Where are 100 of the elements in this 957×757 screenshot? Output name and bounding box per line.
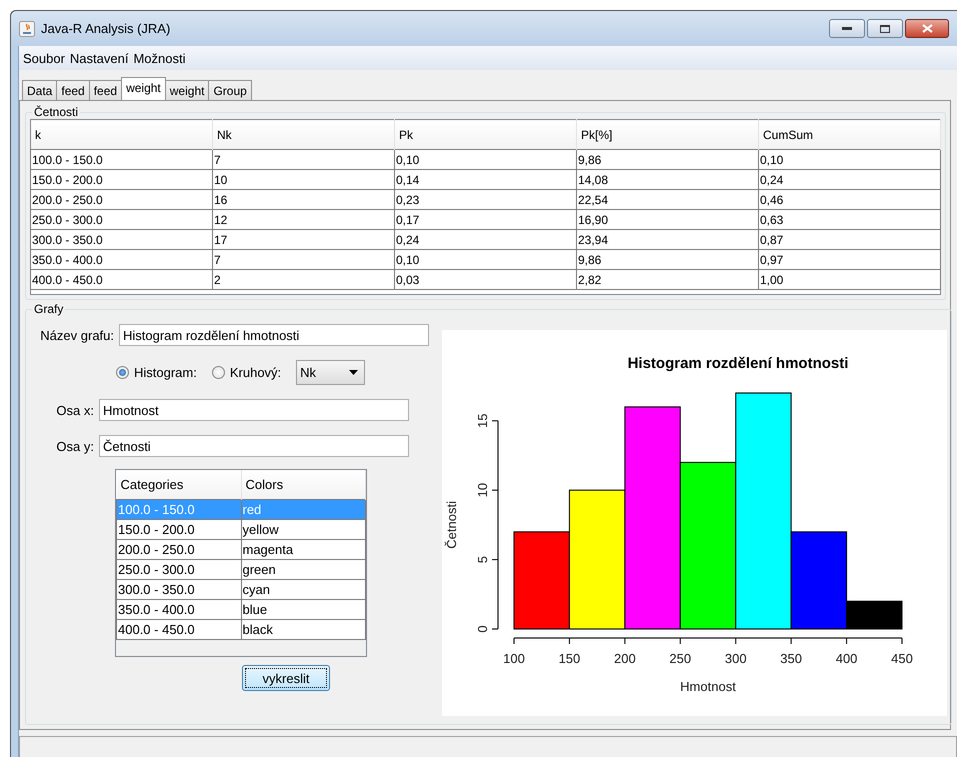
- table-cell: 10: [212, 170, 394, 190]
- x-axis-label: Hmotnost: [680, 679, 736, 694]
- table-cell: 0,14: [394, 170, 576, 190]
- table-cell: 0,10: [394, 150, 576, 170]
- column-header[interactable]: k: [30, 120, 212, 150]
- column-header[interactable]: Nk: [212, 120, 394, 150]
- table-cell: 0,10: [394, 250, 576, 270]
- maximize-icon: [880, 24, 890, 32]
- menu-item[interactable]: Nastavení: [70, 50, 134, 66]
- table-cell: 2: [212, 270, 394, 290]
- table-cell: 250.0 - 300.0: [116, 560, 241, 580]
- x-tick-label: 350: [780, 651, 802, 666]
- table-cell: blue: [241, 600, 366, 620]
- table-cell: 0,46: [758, 190, 940, 210]
- table-cell: yellow: [241, 520, 366, 540]
- radio-label: Histogram:: [134, 365, 197, 380]
- table-cell: 0,63: [758, 210, 940, 230]
- table-cell: 14,08: [576, 170, 758, 190]
- table-cell: cyan: [241, 580, 366, 600]
- table-cell: 200.0 - 250.0: [116, 540, 241, 560]
- y-axis-field[interactable]: Četnosti: [99, 435, 409, 457]
- maximize-button[interactable]: [867, 19, 903, 38]
- draw-button[interactable]: vykreslit: [242, 665, 330, 691]
- table-cell: green: [241, 560, 366, 580]
- field-label: Osa y:: [55, 438, 94, 454]
- table-cell: 2,82: [576, 270, 758, 290]
- radio-label: Kruhový:: [230, 365, 282, 380]
- column-header[interactable]: Colors: [241, 470, 366, 500]
- table-row[interactable]: 250.0 - 300.0 green: [116, 560, 366, 580]
- x-tick-label: 450: [891, 651, 913, 666]
- x-tick-label: 200: [614, 651, 636, 666]
- tab[interactable]: feed: [56, 80, 90, 100]
- table-cell: 0,87: [758, 230, 940, 250]
- tab[interactable]: weight: [164, 80, 210, 100]
- y-axis-label: Četnosti: [444, 501, 459, 549]
- table-cell: 400.0 - 450.0: [30, 270, 212, 290]
- table-cell: 150.0 - 200.0: [30, 170, 212, 190]
- x-tick-label: 100: [503, 651, 525, 666]
- column-header[interactable]: Pk[%]: [576, 120, 758, 150]
- table-cell: 0,23: [394, 190, 576, 210]
- table-cell: 9,86: [576, 250, 758, 270]
- table-cell: 300.0 - 350.0: [30, 230, 212, 250]
- close-button[interactable]: [905, 19, 949, 38]
- table-cell: 22,54: [576, 190, 758, 210]
- menu-item[interactable]: Soubor: [23, 50, 70, 66]
- table-cell: 150.0 - 200.0: [116, 520, 241, 540]
- caret-icon: [349, 370, 358, 375]
- table-cell: 23,94: [576, 230, 758, 250]
- tab[interactable]: feed: [88, 80, 122, 100]
- table-row[interactable]: 300.0 - 350.0 cyan: [116, 580, 366, 600]
- y-tick-label: 0: [475, 625, 490, 633]
- table-cell: 16: [212, 190, 394, 210]
- table-cell: 16,90: [576, 210, 758, 230]
- table-cell: 12: [212, 210, 394, 230]
- y-tick-label: 5: [475, 556, 490, 564]
- chart-title: Histogram rozdělení hmotnosti: [628, 355, 848, 372]
- tab[interactable]: Group: [208, 80, 252, 100]
- minimize-button[interactable]: [829, 19, 865, 38]
- table-cell: 350.0 - 400.0: [116, 600, 241, 620]
- table-row[interactable]: 350.0 - 400.0 blue: [116, 600, 366, 620]
- radio-button[interactable]: [212, 366, 225, 379]
- field-label: Název grafu:: [39, 328, 114, 342]
- table-cell: 350.0 - 400.0: [30, 250, 212, 270]
- panel-title: Grafy: [33, 302, 64, 316]
- x-axis-field[interactable]: Hmotnost: [99, 399, 409, 421]
- y-tick-label: 15: [475, 414, 490, 428]
- window-title: Java-R Analysis (JRA): [41, 21, 172, 36]
- column-header[interactable]: Categories: [116, 470, 241, 500]
- tab[interactable]: Data: [22, 80, 58, 100]
- chart-title-field[interactable]: Histogram rozdělení hmotnosti: [119, 324, 429, 346]
- radio-button[interactable]: [116, 366, 129, 379]
- table-cell: 7: [212, 250, 394, 270]
- column-header[interactable]: Pk: [394, 120, 576, 150]
- table-row[interactable]: 400.0 - 450.0 black: [116, 620, 366, 640]
- y-tick-label: 10: [475, 482, 490, 498]
- table-cell: 0,03: [394, 270, 576, 290]
- menu-item[interactable]: Možnosti: [133, 50, 190, 66]
- table-cell: 0,10: [758, 150, 940, 170]
- close-icon: [922, 24, 932, 33]
- table-cell: magenta: [241, 540, 366, 560]
- table-cell: 100.0 - 150.0: [30, 150, 212, 170]
- table-cell: 0,97: [758, 250, 940, 270]
- x-tick-label: 250: [669, 651, 692, 666]
- table-cell: 300.0 - 350.0: [116, 580, 241, 600]
- column-header[interactable]: CumSum: [758, 120, 940, 150]
- table-cell: 200.0 - 250.0: [30, 190, 212, 210]
- table-row[interactable]: 150.0 - 200.0 yellow: [116, 520, 366, 540]
- x-tick-label: 300: [724, 651, 747, 666]
- x-tick-label: 150: [558, 651, 580, 666]
- tab[interactable]: weight: [121, 77, 166, 100]
- variable-dropdown[interactable]: Nk: [296, 360, 366, 385]
- table-cell: 0,24: [758, 170, 940, 190]
- table-cell: 100.0 - 150.0: [116, 500, 241, 520]
- table-cell: 17: [212, 230, 394, 250]
- table-cell: 9,86: [576, 150, 758, 170]
- app-icon: [19, 20, 35, 36]
- table-cell: 7: [212, 150, 394, 170]
- table-cell: 0,17: [394, 210, 576, 230]
- table-row[interactable]: 200.0 - 250.0 magenta: [116, 540, 366, 560]
- minimize-icon: [842, 26, 852, 30]
